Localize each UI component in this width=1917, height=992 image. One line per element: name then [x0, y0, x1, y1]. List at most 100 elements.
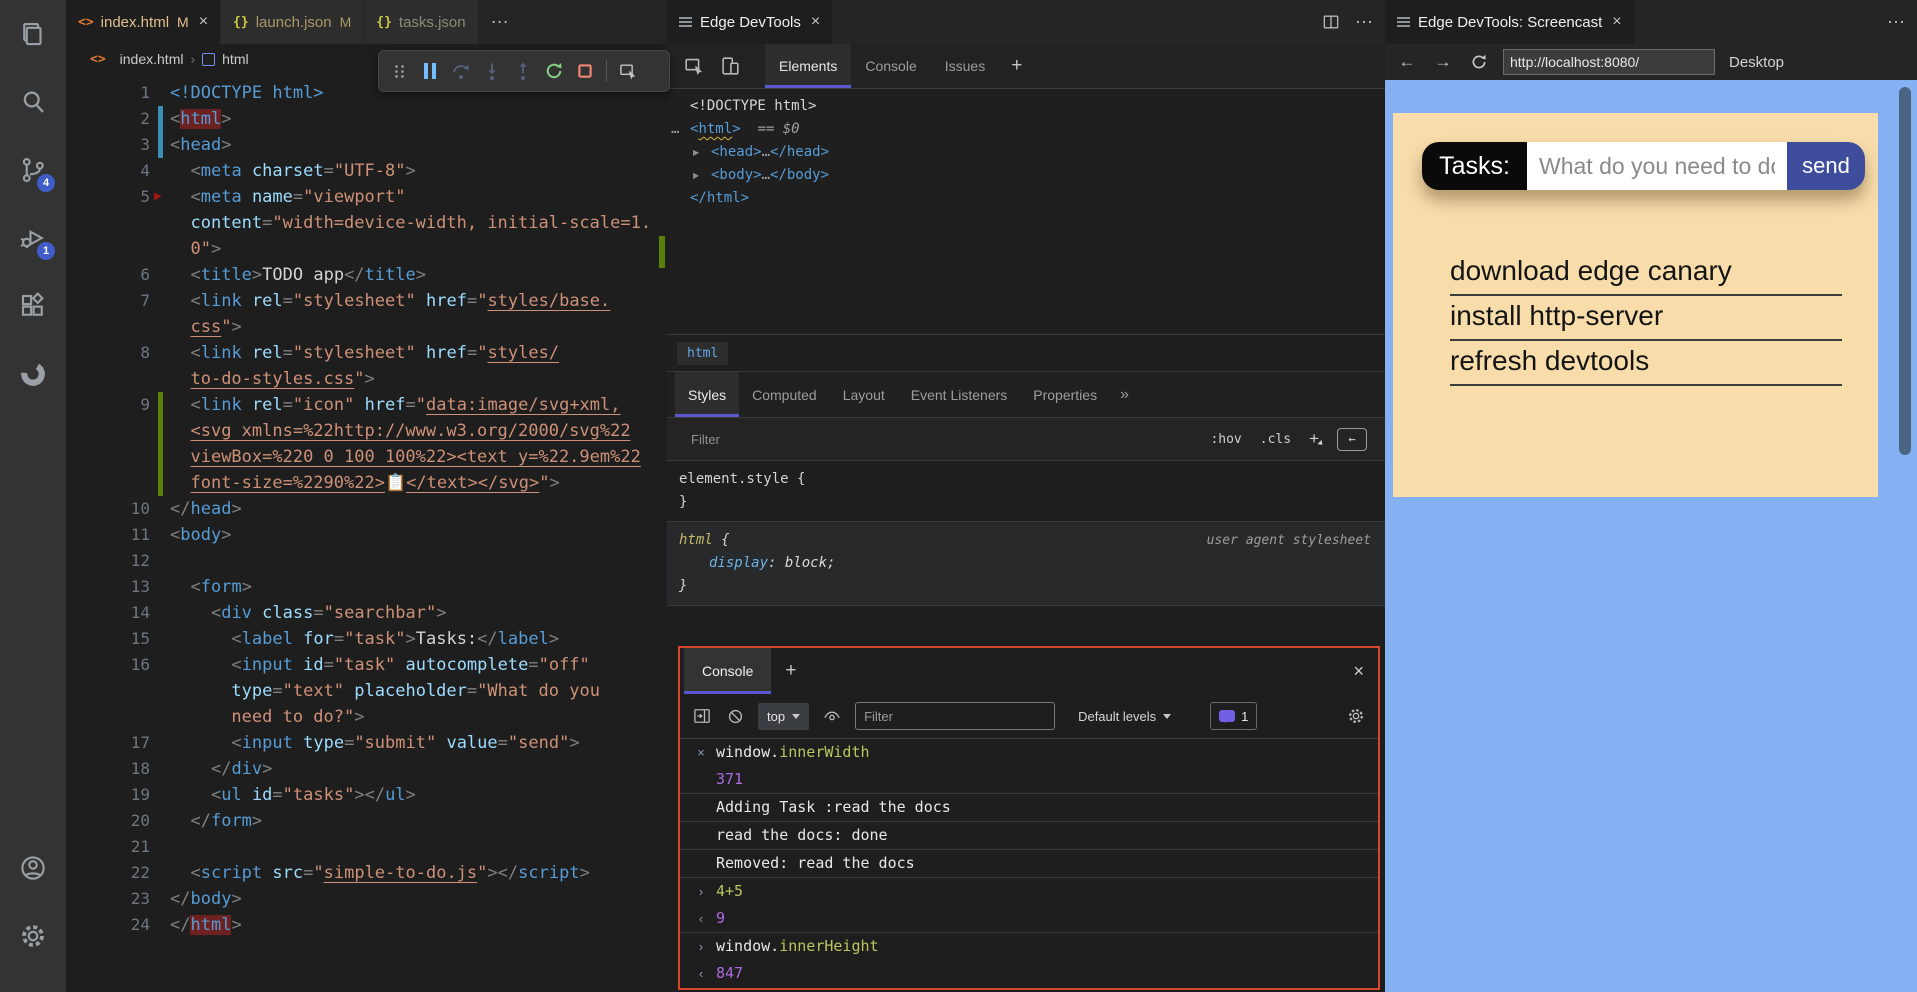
task-item[interactable]: install http-server	[1450, 296, 1842, 341]
styles-tab-properties[interactable]: Properties	[1020, 372, 1110, 417]
code-line[interactable]: 17 <input type="submit" value="send">	[66, 730, 667, 756]
code-line[interactable]: 9 <link rel="icon" href="data:image/svg+…	[66, 392, 667, 418]
code-line[interactable]: css">	[66, 314, 667, 340]
toggle-sidebar-icon[interactable]: ←	[1337, 427, 1367, 451]
scrollbar-thumb[interactable]	[1899, 87, 1911, 455]
restart-icon[interactable]	[544, 61, 564, 81]
toggle-element-class[interactable]: .cls	[1260, 432, 1291, 447]
stop-icon[interactable]	[575, 61, 595, 81]
code-line[interactable]: type="text" placeholder="What do you	[66, 678, 667, 704]
activity-item-run-debug[interactable]: 1	[11, 216, 55, 260]
code-line[interactable]: 16 <input id="task" autocomplete="off"	[66, 652, 667, 678]
forward-icon[interactable]: →	[1431, 52, 1455, 72]
console-row[interactable]: Removed: read the docs	[680, 850, 1378, 878]
console-messages[interactable]: × window.innerWidth 371 Adding Task :read t…	[680, 739, 1378, 987]
code-line[interactable]: 12	[66, 548, 667, 574]
rule-selector[interactable]: html	[679, 532, 713, 548]
code-line[interactable]: 8 <link rel="stylesheet" href="styles/	[66, 340, 667, 366]
editor-more-actions[interactable]: ⋯	[479, 0, 521, 44]
tabs-overflow-icon[interactable]: »	[1110, 386, 1139, 404]
devtools-more-actions[interactable]: ⋯	[1355, 12, 1373, 33]
element-style-rule[interactable]: element.style { }	[667, 461, 1385, 522]
styles-tab-computed[interactable]: Computed	[739, 372, 830, 417]
dom-tree-row[interactable]: <!DOCTYPE html>	[667, 95, 1385, 118]
split-editor-icon[interactable]	[1321, 12, 1341, 32]
dom-tree-row[interactable]: ▶ <head>…</head>	[667, 141, 1385, 164]
activity-item-account[interactable]	[11, 846, 55, 890]
code-line[interactable]: 13 <form>	[66, 574, 667, 600]
code-line[interactable]: font-size=%2290%22>📋</text></svg>">	[66, 470, 667, 496]
code-line[interactable]: need to do?">	[66, 704, 667, 730]
close-icon[interactable]: ×	[1353, 661, 1364, 682]
dom-tree[interactable]: <!DOCTYPE html>… <html> == $0 ▶ <head>…</he…	[667, 89, 1385, 334]
activity-item-extensions[interactable]	[11, 284, 55, 328]
new-style-rule-icon[interactable]: +	[1309, 429, 1319, 449]
activity-item-search[interactable]	[11, 80, 55, 124]
dom-tree-row[interactable]: </html>	[667, 187, 1385, 210]
rule-selector[interactable]: element.style	[679, 471, 789, 487]
screencast-tab[interactable]: Edge DevTools: Screencast ×	[1385, 0, 1635, 44]
add-console-icon[interactable]: +	[771, 660, 810, 682]
log-levels-selector[interactable]: Default levels	[1078, 709, 1172, 724]
dom-breadcrumb-html[interactable]: html	[677, 341, 729, 365]
add-panel-icon[interactable]: +	[999, 55, 1034, 77]
css-property[interactable]: display	[709, 555, 768, 571]
activity-item-settings-gear[interactable]	[11, 914, 55, 958]
code-line[interactable]: 10 </head>	[66, 496, 667, 522]
task-item[interactable]: refresh devtools	[1450, 341, 1842, 386]
code-line[interactable]: viewBox=%220 0 100 100%22><text y=%22.9e…	[66, 444, 667, 470]
devtools-tab[interactable]: Edge DevTools ×	[667, 0, 834, 44]
devtools-tab-console[interactable]: Console	[851, 44, 930, 88]
screencast-viewport[interactable]: Tasks: send download edge canaryinstall …	[1385, 80, 1917, 992]
code-line[interactable]: 0">	[66, 236, 667, 262]
dom-tree-row[interactable]: … <html> == $0	[667, 118, 1385, 141]
html-ua-rule[interactable]: user agent stylesheet html { display: bl…	[667, 522, 1385, 606]
code-line[interactable]: <svg xmlns=%22http://www.w3.org/2000/svg…	[66, 418, 667, 444]
pause-icon[interactable]	[420, 61, 440, 81]
code-line[interactable]: 19 <ul id="tasks"></ul>	[66, 782, 667, 808]
code-line[interactable]: 11 <body>	[66, 522, 667, 548]
console-row[interactable]: ‹ 9	[680, 905, 1378, 933]
code-line[interactable]: 3 <head>	[66, 132, 667, 158]
code-lines[interactable]: 1 <!DOCTYPE html> 2 <html> 3 <head> 4 <meta ch…	[66, 74, 667, 938]
expand-arrow-icon[interactable]: ▶	[693, 164, 699, 187]
close-icon[interactable]: ×	[199, 13, 208, 31]
clear-console-icon[interactable]	[725, 706, 745, 726]
code-line[interactable]: 7 <link rel="stylesheet" href="styles/ba…	[66, 288, 667, 314]
devtools-tab-issues[interactable]: Issues	[931, 44, 999, 88]
device-emulation-icon[interactable]	[717, 53, 743, 79]
code-line[interactable]: 23 </body>	[66, 886, 667, 912]
code-line[interactable]: 20 </form>	[66, 808, 667, 834]
activity-item-source-control[interactable]: 4	[11, 148, 55, 192]
inspect-element-icon[interactable]	[681, 53, 707, 79]
code-line[interactable]: content="width=device-width, initial-sca…	[66, 210, 667, 236]
dom-tree-row[interactable]: ▶ <body>…</body>	[667, 164, 1385, 187]
editor-tab-index.html[interactable]: <> index.html M ×	[66, 0, 222, 44]
task-item[interactable]: download edge canary	[1450, 251, 1842, 296]
step-out-icon[interactable]	[513, 61, 533, 81]
console-row[interactable]: 371	[680, 766, 1378, 794]
messages-badge[interactable]: 1	[1210, 702, 1258, 730]
css-value[interactable]: block;	[785, 555, 836, 571]
console-row[interactable]: › window.innerHeight	[680, 933, 1378, 960]
styles-filter-input[interactable]	[689, 430, 923, 448]
drag-handle-icon[interactable]	[389, 61, 409, 81]
close-icon[interactable]: ×	[811, 13, 820, 31]
breadcrumb-file[interactable]: index.html	[120, 51, 184, 67]
devtools-tab-elements[interactable]: Elements	[765, 44, 852, 88]
activity-item-files[interactable]	[11, 12, 55, 56]
code-line[interactable]: 15 <label for="task">Tasks:</label>	[66, 626, 667, 652]
toggle-pseudo-state[interactable]: :hov	[1210, 432, 1241, 447]
code-line[interactable]: 6 <title>TODO app</title>	[66, 262, 667, 288]
console-row[interactable]: × window.innerWidth	[680, 739, 1378, 766]
url-input[interactable]	[1503, 49, 1715, 75]
code-line[interactable]: 24 </html>	[66, 912, 667, 938]
code-line[interactable]: 5 ▶ <meta name="viewport"	[66, 184, 667, 210]
code-line[interactable]: 21	[66, 834, 667, 860]
console-row[interactable]: Adding Task :read the docs	[680, 794, 1378, 822]
console-row[interactable]: read the docs: done	[680, 822, 1378, 850]
code-line[interactable]: 4 <meta charset="UTF-8">	[66, 158, 667, 184]
code-line[interactable]: 18 </div>	[66, 756, 667, 782]
console-row[interactable]: › 4+5	[680, 878, 1378, 905]
editor-tab-launch.json[interactable]: {} launch.json M	[221, 0, 365, 44]
